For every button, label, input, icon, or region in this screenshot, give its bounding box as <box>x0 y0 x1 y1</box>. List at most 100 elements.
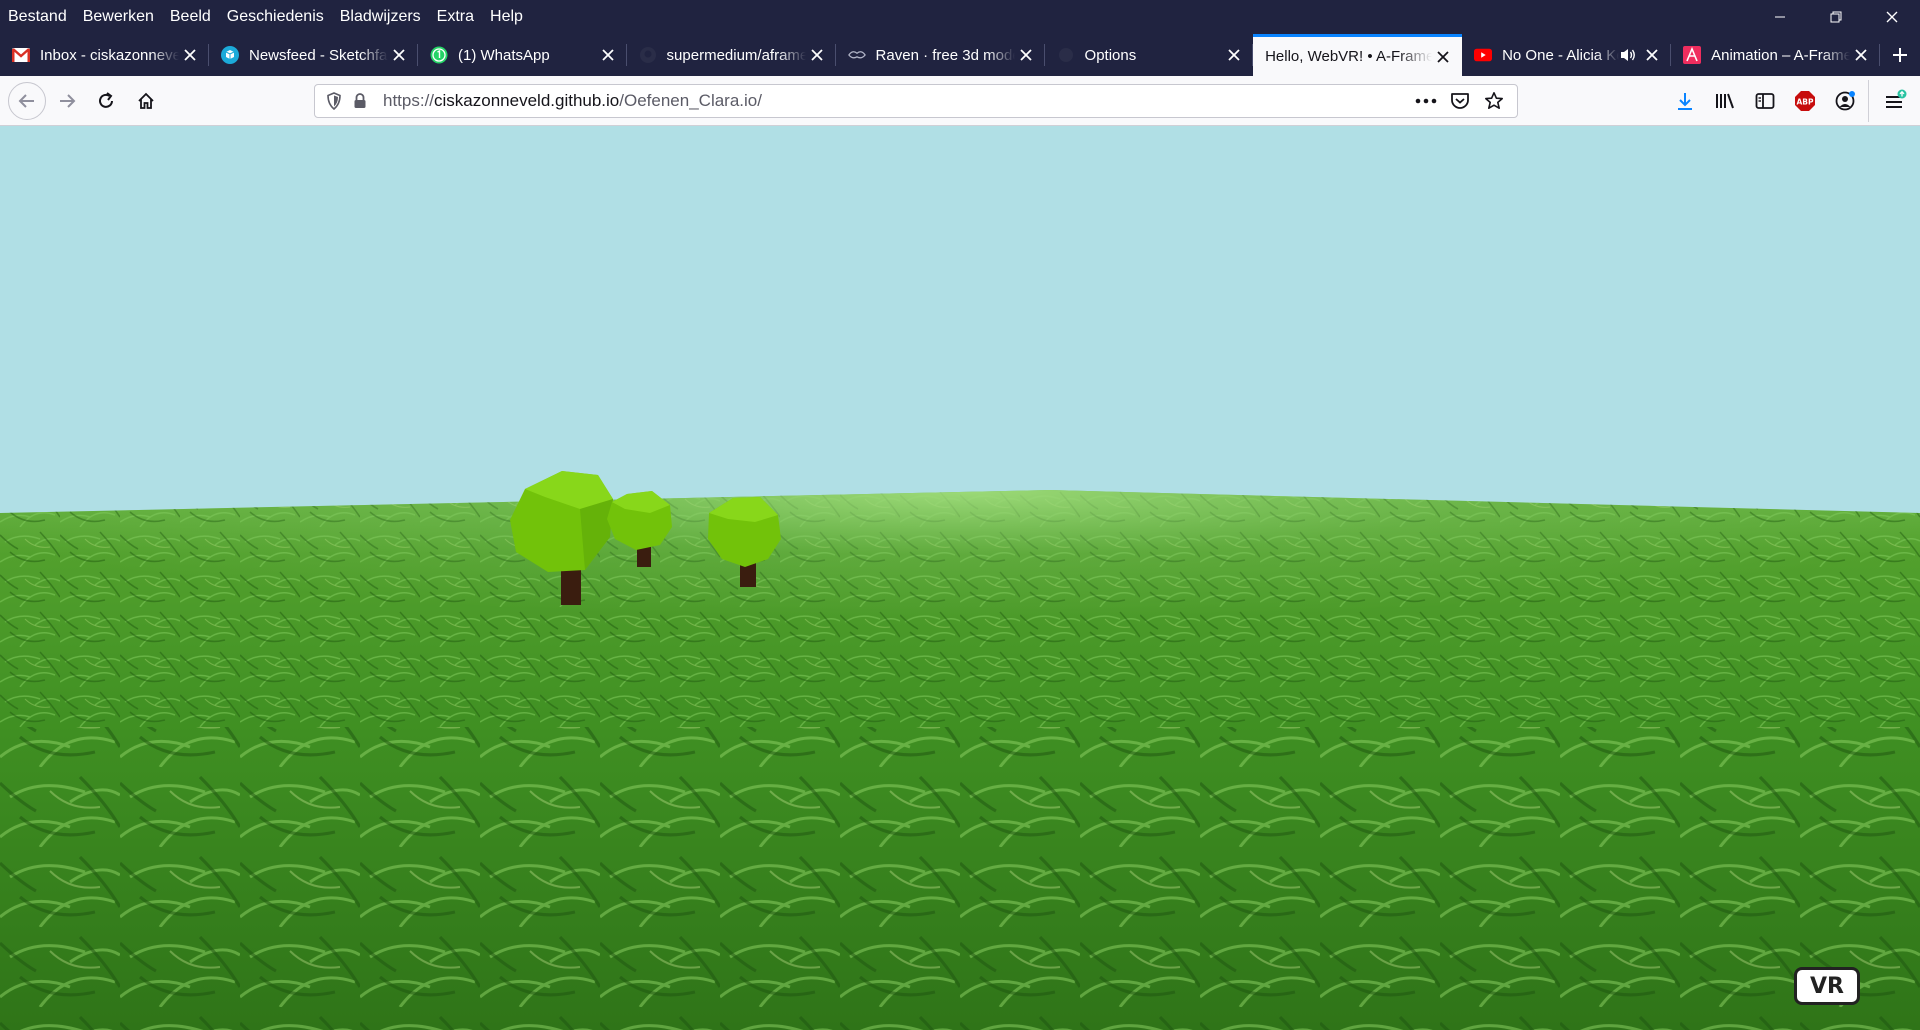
close-icon <box>1886 11 1898 23</box>
sidebar-button[interactable] <box>1748 84 1782 118</box>
webvr-scene[interactable]: VR <box>0 127 1920 1030</box>
tab-title: Animation – A-Frame <box>1711 46 1851 64</box>
sidebar-icon <box>1755 93 1775 109</box>
minimize-button[interactable] <box>1752 0 1808 34</box>
forward-arrow-icon <box>60 94 76 108</box>
tab-close-button[interactable] <box>806 44 828 66</box>
navigation-toolbar: https://ciskazonneveld.github.io/Oefenen… <box>0 76 1920 126</box>
tab-close-button[interactable] <box>1850 44 1872 66</box>
ground-highlight <box>0 490 1920 727</box>
tab-title: supermedium/aframe <box>666 46 806 64</box>
menu-bar: Bestand Bewerken Beeld Geschiedenis Blad… <box>0 0 1920 34</box>
github-icon <box>639 46 657 64</box>
tab-aframe-animation[interactable]: Animation – A-Frame <box>1671 34 1881 76</box>
tab-title: Hello, WebVR! • A-Frame <box>1265 48 1433 65</box>
tab-sketchfab[interactable]: Newsfeed - Sketchfab <box>209 34 418 76</box>
tab-close-button[interactable] <box>597 44 619 66</box>
whatsapp-icon <box>430 46 448 64</box>
adblock-icon: ABP <box>1795 91 1815 111</box>
library-icon <box>1716 93 1734 109</box>
speaker-icon[interactable] <box>1619 45 1637 65</box>
close-icon <box>601 49 614 61</box>
close-icon <box>393 49 405 61</box>
app-menu-button[interactable] <box>1878 84 1912 118</box>
tab-whatsapp[interactable]: (1) WhatsApp <box>418 34 627 76</box>
minimize-icon <box>1775 16 1785 18</box>
menu-beeld[interactable]: Beeld <box>162 5 219 29</box>
hamburger-menu-icon <box>1886 89 1907 108</box>
tab-title: Raven · free 3d model <box>875 46 1015 64</box>
plus-icon <box>1893 48 1908 62</box>
more-icon <box>1415 98 1437 104</box>
tab-close-button[interactable] <box>1015 44 1037 66</box>
back-button[interactable] <box>8 82 46 120</box>
url-path: /Oefenen_Clara.io/ <box>619 91 762 110</box>
forward-button[interactable] <box>50 84 84 118</box>
tab-close-button[interactable] <box>388 44 410 66</box>
tab-title: Inbox - ciskazonneveld <box>40 46 179 64</box>
tab-gmail[interactable]: Inbox - ciskazonneveld <box>0 34 209 76</box>
tab-title: Newsfeed - Sketchfab <box>249 46 388 64</box>
close-icon <box>1855 49 1867 61</box>
gmail-icon <box>12 46 30 64</box>
tab-raven[interactable]: Raven · free 3d model <box>836 34 1045 76</box>
tab-hello-webvr[interactable]: Hello, WebVR! • A-Frame <box>1253 34 1463 76</box>
menu-bladwijzers[interactable]: Bladwijzers <box>332 5 429 29</box>
tab-title: No One - Alicia Keys <box>1502 46 1619 64</box>
raven-icon <box>847 46 866 64</box>
url-text[interactable]: https://ciskazonneveld.github.io/Oefenen… <box>383 91 762 111</box>
tab-close-button[interactable] <box>1223 44 1245 66</box>
pocket-button[interactable] <box>1443 88 1477 114</box>
new-tab-button[interactable] <box>1880 34 1920 76</box>
window-controls <box>1752 0 1920 34</box>
url-host: ciskazonneveld.github.io <box>434 91 620 110</box>
menu-extra[interactable]: Extra <box>429 5 482 29</box>
close-icon <box>184 49 196 61</box>
url-prefix: https:// <box>383 91 435 110</box>
menu-geschiedenis[interactable]: Geschiedenis <box>219 5 332 29</box>
page-actions-button[interactable] <box>1409 88 1443 114</box>
scene-canvas[interactable] <box>0 127 1920 1030</box>
enter-vr-button[interactable]: VR <box>1794 967 1860 1005</box>
close-icon <box>1019 49 1032 61</box>
tab-title: (1) WhatsApp <box>458 46 550 64</box>
svg-text:ABP: ABP <box>1796 98 1814 107</box>
restore-icon <box>1830 11 1842 23</box>
toolbar-separator <box>1868 80 1869 122</box>
home-button[interactable] <box>129 84 163 118</box>
tab-github-aframe[interactable]: supermedium/aframe <box>627 34 836 76</box>
close-window-button[interactable] <box>1864 0 1920 34</box>
url-bar[interactable]: https://ciskazonneveld.github.io/Oefenen… <box>314 84 1518 118</box>
reload-button[interactable] <box>89 84 123 118</box>
pocket-icon <box>1451 93 1469 109</box>
youtube-icon <box>1474 46 1493 64</box>
bookmark-star-button[interactable] <box>1477 88 1511 114</box>
tab-youtube[interactable]: No One - Alicia Keys <box>1462 34 1672 76</box>
tab-close-button[interactable] <box>179 44 201 66</box>
lock-icon[interactable] <box>347 88 373 114</box>
url-bar-actions <box>1409 88 1517 114</box>
restore-button[interactable] <box>1808 0 1864 34</box>
menu-bewerken[interactable]: Bewerken <box>75 5 162 29</box>
account-icon <box>1835 91 1855 111</box>
downloads-button[interactable] <box>1668 84 1702 118</box>
tab-close-button[interactable] <box>1641 44 1663 66</box>
menu-help[interactable]: Help <box>482 5 531 29</box>
options-icon <box>1057 46 1075 64</box>
menu-items: Bestand Bewerken Beeld Geschiedenis Blad… <box>0 5 531 29</box>
close-icon <box>1228 49 1240 61</box>
account-button[interactable] <box>1828 84 1862 118</box>
grass-texture-near <box>0 727 1920 1030</box>
toolbar-right: ABP <box>1668 84 1862 118</box>
menu-bestand[interactable]: Bestand <box>8 5 75 29</box>
close-icon <box>1646 49 1658 61</box>
star-icon <box>1485 92 1503 109</box>
tab-close-button[interactable] <box>1432 46 1454 68</box>
download-icon <box>1678 93 1692 110</box>
tracking-shield-icon[interactable] <box>321 88 347 114</box>
tree-trunk <box>561 567 581 605</box>
sketchfab-icon <box>221 46 239 64</box>
tab-options[interactable]: Options <box>1045 34 1254 76</box>
adblock-plus-button[interactable]: ABP <box>1788 84 1822 118</box>
library-button[interactable] <box>1708 84 1742 118</box>
